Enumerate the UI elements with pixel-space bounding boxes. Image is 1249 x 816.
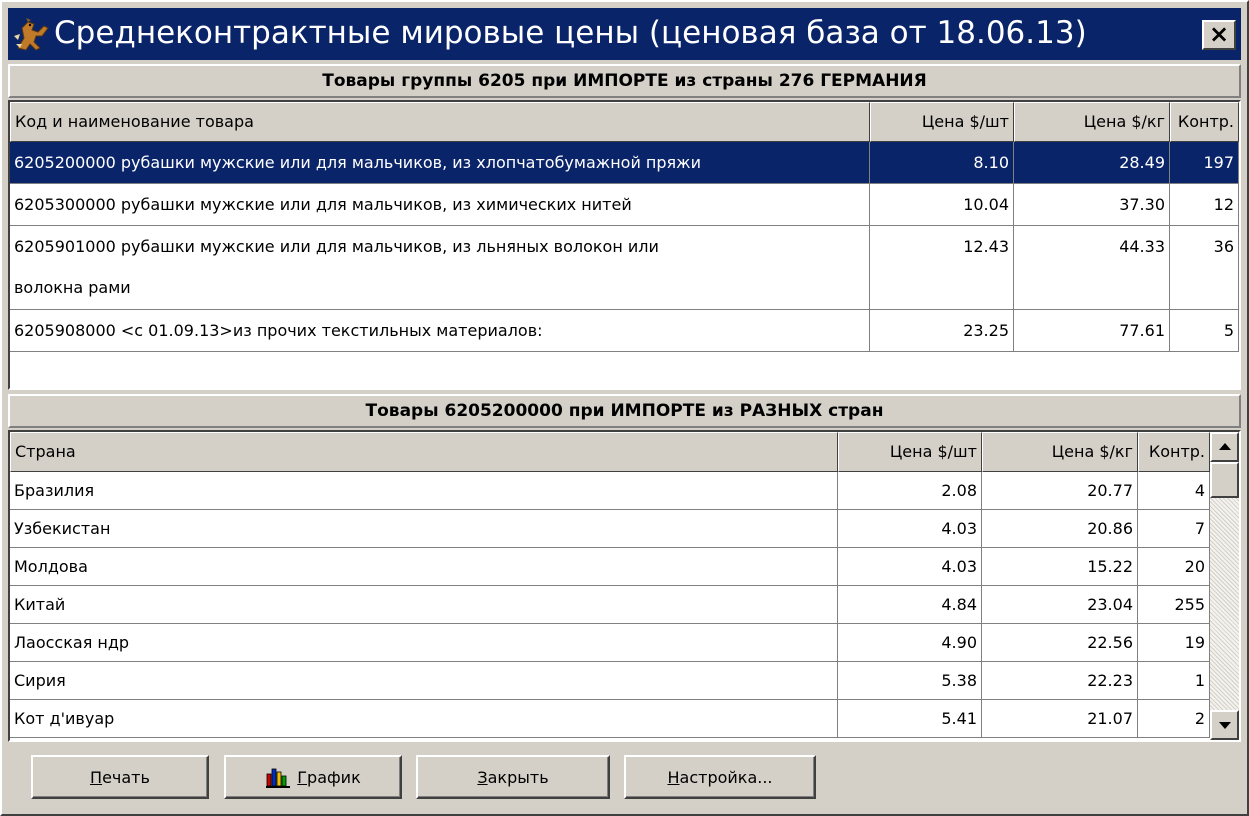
country-cell: Бразилия: [10, 472, 838, 510]
country-cell: Сирия: [10, 662, 838, 700]
column-header-contracts[interactable]: Контр.: [1138, 432, 1210, 472]
table-header-row: Страна Цена $/шт Цена $/кг Контр.: [10, 432, 1210, 472]
price-unit-cell: 5.41: [838, 700, 982, 738]
close-button-label: Закрыть: [477, 767, 549, 787]
contracts-cell: 2: [1138, 700, 1210, 738]
column-header-country[interactable]: Страна: [10, 432, 838, 472]
arrow-down-icon[interactable]: [1210, 710, 1239, 740]
price-unit-cell: 4.84: [838, 586, 982, 624]
country-cell: Молдова: [10, 548, 838, 586]
price-unit-cell: 4.90: [838, 624, 982, 662]
price-unit-cell: 12.43: [870, 226, 1014, 310]
settings-button-label: Настройка...: [667, 767, 773, 787]
country-cell: Китай: [10, 586, 838, 624]
price-kg-cell: 44.33: [1014, 226, 1170, 310]
goods-name-cell: 6205908000 <с 01.09.13>из прочих текстил…: [10, 310, 870, 352]
bar-chart-icon: [266, 768, 291, 788]
table-row[interactable]: 6205200000 рубашки мужские или для мальч…: [10, 142, 1239, 184]
price-kg-cell: 37.30: [1014, 184, 1170, 226]
chart-button[interactable]: График: [224, 755, 402, 799]
price-kg-cell: 15.22: [982, 548, 1138, 586]
contracts-cell: 5: [1170, 310, 1239, 352]
price-unit-cell: 4.03: [838, 510, 982, 548]
countries-section-header: Товары 6205200000 при ИМПОРТЕ из РАЗНЫХ …: [8, 394, 1241, 428]
window-title: Среднеконтрактные мировые цены (ценовая …: [54, 15, 1087, 51]
table-row[interactable]: Сирия 5.38 22.23 1: [10, 662, 1210, 700]
print-button-label: Печать: [90, 767, 150, 787]
table-row[interactable]: 6205901000 рубашки мужские или для мальч…: [10, 226, 1239, 310]
price-kg-cell: 77.61: [1014, 310, 1170, 352]
contracts-cell: 36: [1170, 226, 1239, 310]
price-kg-cell: 21.07: [982, 700, 1138, 738]
price-kg-cell: 22.23: [982, 662, 1138, 700]
price-unit-cell: 2.08: [838, 472, 982, 510]
dog-runner-icon: [12, 14, 52, 54]
contracts-cell: 255: [1138, 586, 1210, 624]
price-kg-cell: 20.77: [982, 472, 1138, 510]
vertical-scrollbar[interactable]: [1210, 432, 1239, 740]
goods-name-cell: 6205300000 рубашки мужские или для мальч…: [10, 184, 870, 226]
column-header-price-kg[interactable]: Цена $/кг: [1014, 102, 1170, 142]
price-unit-cell: 10.04: [870, 184, 1014, 226]
price-kg-cell: 28.49: [1014, 142, 1170, 184]
close-button[interactable]: Закрыть: [416, 755, 610, 799]
country-cell: Кот д'ивуар: [10, 700, 838, 738]
contracts-cell: 19: [1138, 624, 1210, 662]
table-row[interactable]: Китай 4.84 23.04 255: [10, 586, 1210, 624]
goods-name-line2: волокна рами: [14, 278, 131, 297]
countries-table[interactable]: Страна Цена $/шт Цена $/кг Контр. Бразил…: [8, 430, 1241, 742]
contracts-cell: 12: [1170, 184, 1239, 226]
print-button[interactable]: Печать: [31, 755, 209, 799]
table-row[interactable]: Бразилия 2.08 20.77 4: [10, 472, 1210, 510]
country-cell: Лаосская ндр: [10, 624, 838, 662]
chart-button-label: График: [297, 767, 361, 787]
contracts-cell: 20: [1138, 548, 1210, 586]
price-window: Среднеконтрактные мировые цены (ценовая …: [0, 0, 1249, 816]
goods-name-line1: 6205901000 рубашки мужские или для мальч…: [14, 237, 659, 256]
goods-name-cell: 6205901000 рубашки мужские или для мальч…: [10, 226, 870, 310]
title-bar[interactable]: Среднеконтрактные мировые цены (ценовая …: [8, 8, 1241, 60]
contracts-cell: 4: [1138, 472, 1210, 510]
table-header-row: Код и наименование товара Цена $/шт Цена…: [10, 102, 1239, 142]
price-unit-cell: 4.03: [838, 548, 982, 586]
price-unit-cell: 23.25: [870, 310, 1014, 352]
settings-button[interactable]: Настройка...: [624, 755, 816, 799]
group-goods-table[interactable]: Код и наименование товара Цена $/шт Цена…: [8, 100, 1241, 390]
table-row[interactable]: Кот д'ивуар 5.41 21.07 2: [10, 700, 1210, 738]
price-kg-cell: 22.56: [982, 624, 1138, 662]
table-row[interactable]: Узбекистан 4.03 20.86 7: [10, 510, 1210, 548]
column-header-name[interactable]: Код и наименование товара: [10, 102, 870, 142]
table-row[interactable]: 6205300000 рубашки мужские или для мальч…: [10, 184, 1239, 226]
price-kg-cell: 23.04: [982, 586, 1138, 624]
goods-name-cell: 6205200000 рубашки мужские или для мальч…: [10, 142, 870, 184]
price-kg-cell: 20.86: [982, 510, 1138, 548]
column-header-price-unit[interactable]: Цена $/шт: [838, 432, 982, 472]
contracts-cell: 1: [1138, 662, 1210, 700]
arrow-up-icon[interactable]: [1210, 432, 1239, 462]
table-row[interactable]: Лаосская ндр 4.90 22.56 19: [10, 624, 1210, 662]
table-row[interactable]: Молдова 4.03 15.22 20: [10, 548, 1210, 586]
contracts-cell: 7: [1138, 510, 1210, 548]
column-header-price-unit[interactable]: Цена $/шт: [870, 102, 1014, 142]
price-unit-cell: 8.10: [870, 142, 1014, 184]
contracts-cell: 197: [1170, 142, 1239, 184]
group-section-header: Товары группы 6205 при ИМПОРТЕ из страны…: [8, 64, 1241, 98]
column-header-price-kg[interactable]: Цена $/кг: [982, 432, 1138, 472]
scrollbar-thumb[interactable]: [1210, 462, 1239, 498]
country-cell: Узбекистан: [10, 510, 838, 548]
price-unit-cell: 5.38: [838, 662, 982, 700]
column-header-contracts[interactable]: Контр.: [1170, 102, 1239, 142]
table-row[interactable]: 6205908000 <с 01.09.13>из прочих текстил…: [10, 310, 1239, 352]
close-icon[interactable]: ×: [1202, 20, 1236, 50]
